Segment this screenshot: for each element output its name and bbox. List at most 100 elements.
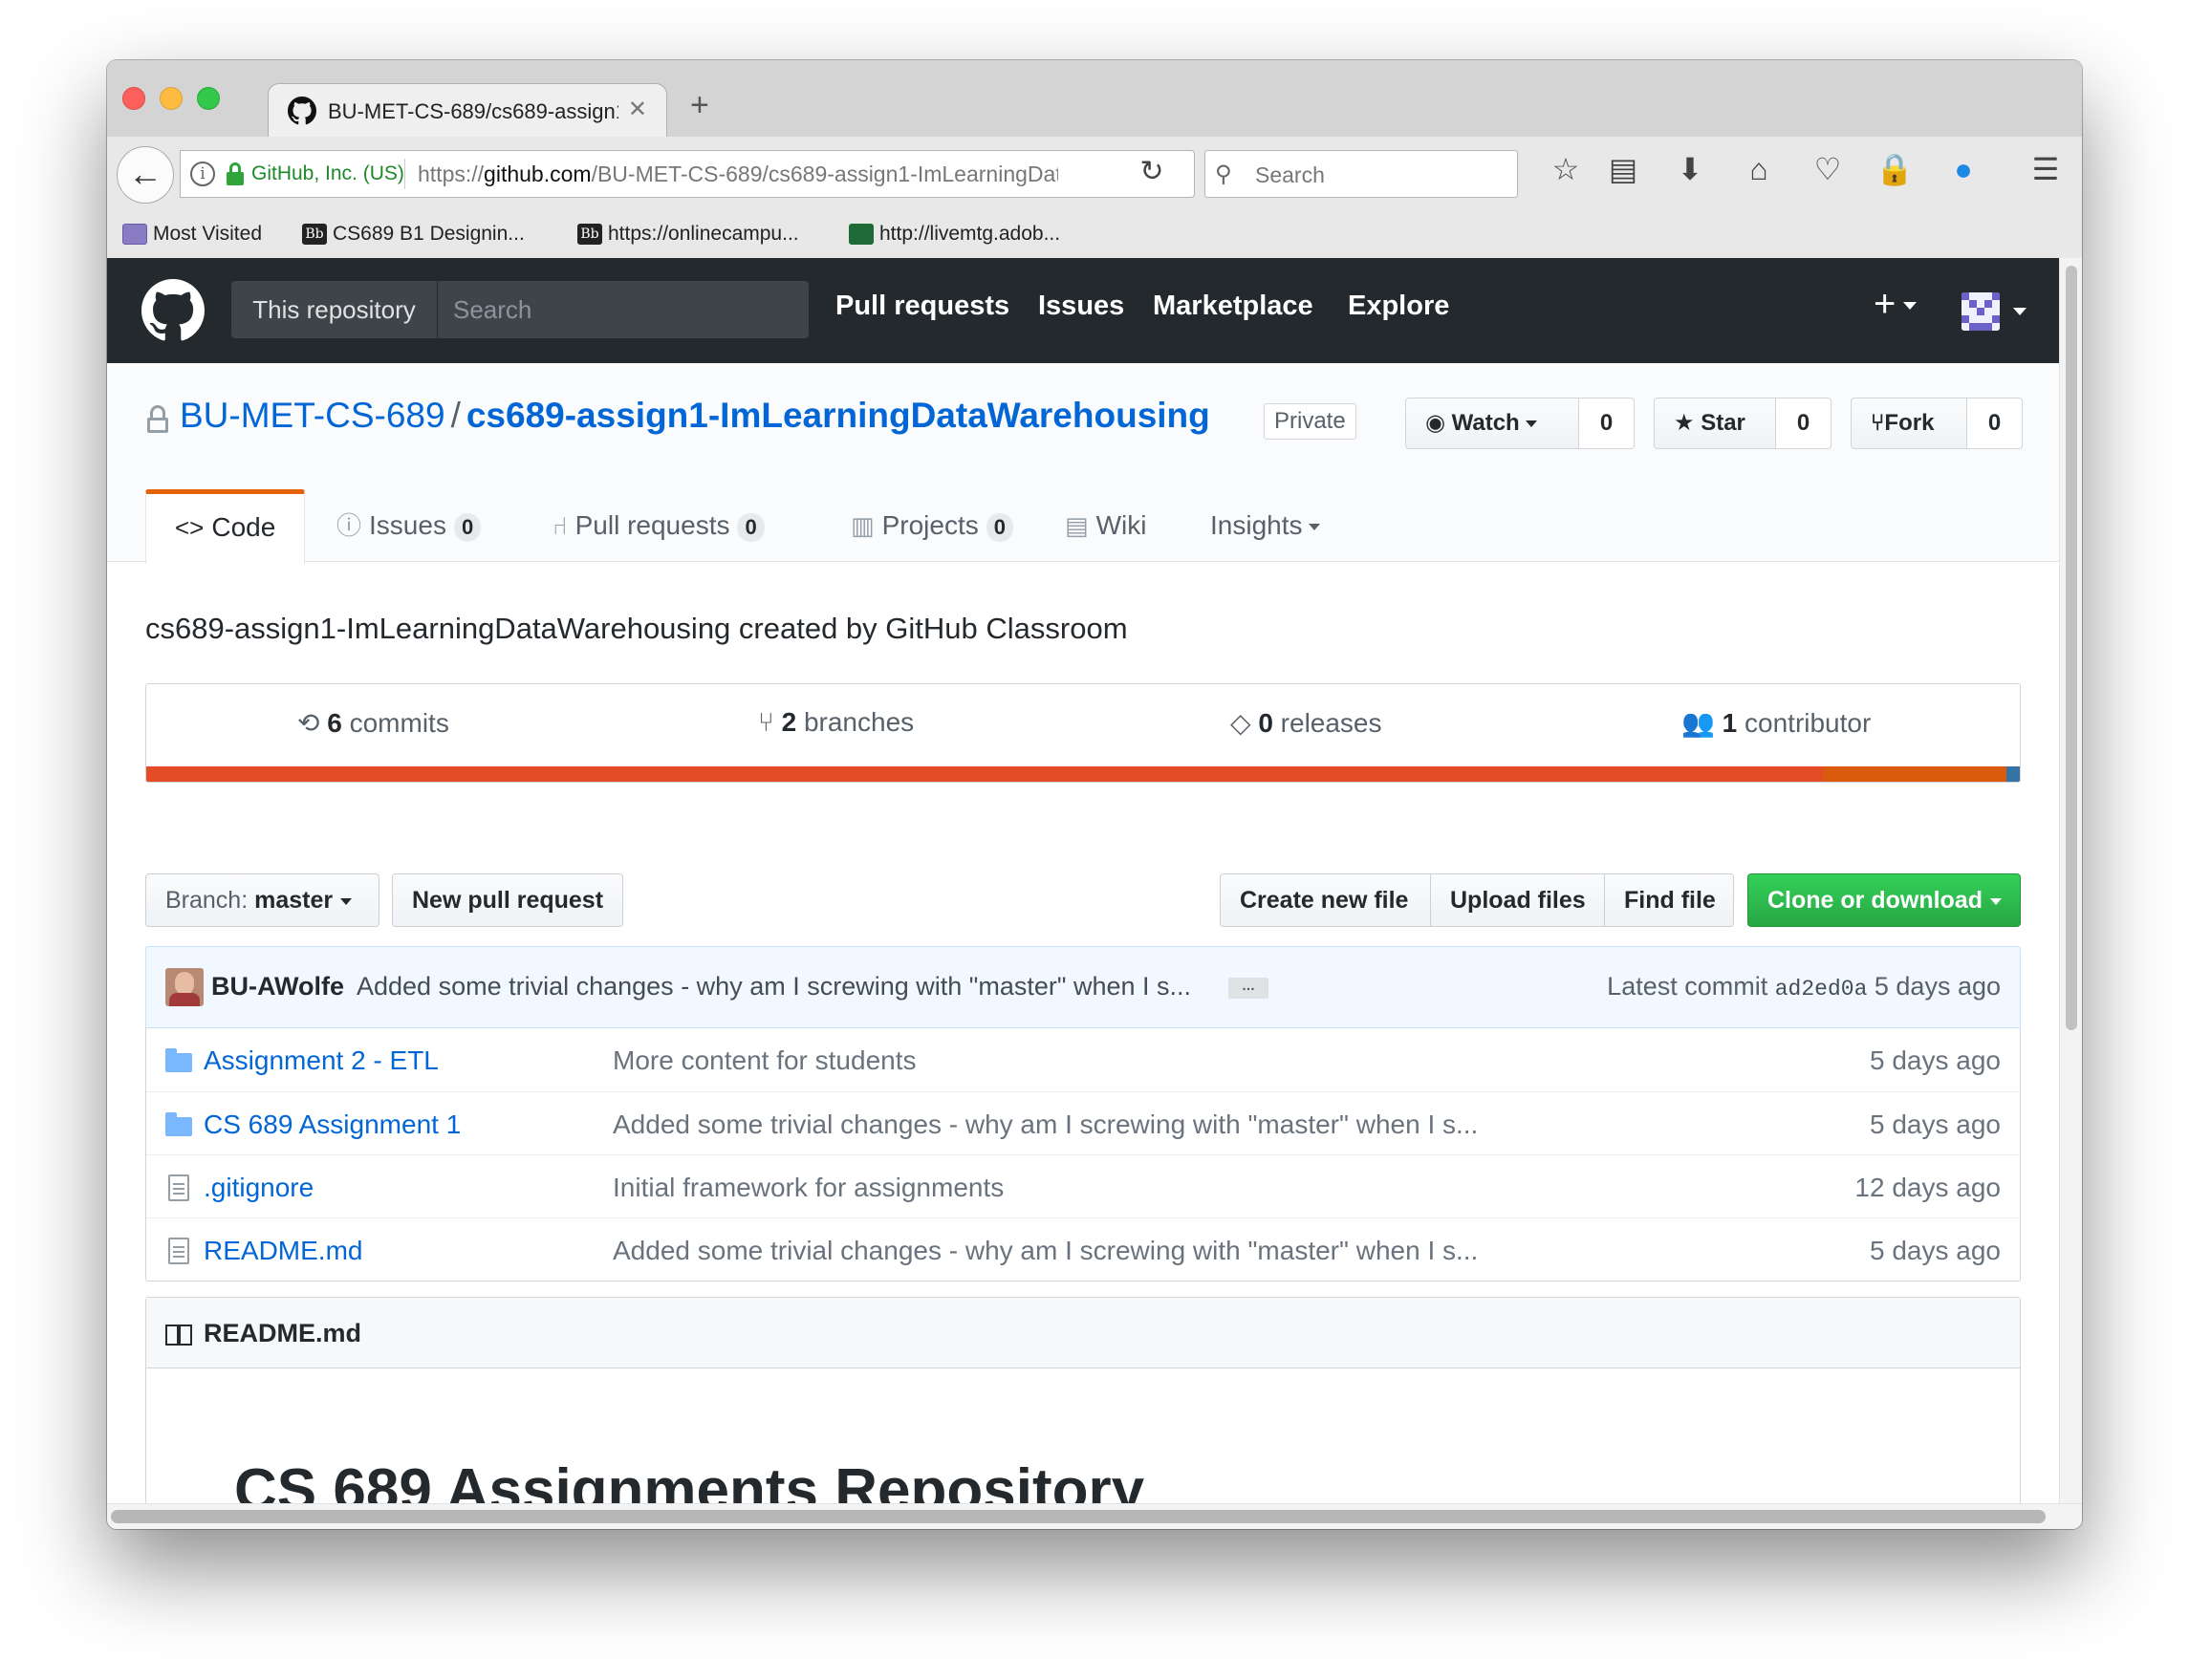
user-avatar[interactable]: [1961, 292, 2000, 331]
tab-close-icon[interactable]: ✕: [628, 96, 647, 123]
chevron-down-icon: [1903, 302, 1918, 311]
star-button[interactable]: ★ Star: [1654, 398, 1776, 449]
branch-select-button[interactable]: Branch: master: [145, 873, 379, 927]
commit-sha-link[interactable]: ad2ed0a: [1775, 977, 1868, 1002]
tab-insights[interactable]: Insights: [1210, 489, 1320, 563]
bookmark-star-icon[interactable]: ☆: [1547, 150, 1585, 188]
nav-issues[interactable]: Issues: [1038, 291, 1124, 322]
watch-button[interactable]: ◉ Watch: [1405, 398, 1579, 449]
info-icon[interactable]: i: [190, 162, 215, 186]
file-commit-message[interactable]: More content for students: [613, 1045, 1569, 1076]
upload-files-button[interactable]: Upload files: [1430, 873, 1605, 927]
file-name-link[interactable]: CS 689 Assignment 1: [204, 1109, 461, 1140]
horizontal-scrollbar[interactable]: [107, 1503, 2082, 1529]
minimize-window-button[interactable]: [160, 87, 183, 110]
search-engine-icon[interactable]: ⚲: [1215, 161, 1232, 188]
chevron-down-icon: [1308, 524, 1320, 531]
chevron-down-icon: [340, 897, 353, 905]
file-age: 5 days ago: [1870, 1109, 2001, 1139]
site-identity[interactable]: GitHub, Inc. (US): [251, 162, 404, 185]
nav-explore[interactable]: Explore: [1348, 291, 1449, 322]
repo-name-link[interactable]: cs689-assign1-ImLearningDataWarehousing: [466, 396, 1210, 435]
url-text[interactable]: https://github.com/BU-MET-CS-689/cs689-a…: [418, 162, 1058, 187]
url-bar[interactable]: i GitHub, Inc. (US) https://github.com/B…: [180, 150, 1195, 198]
password-lock-icon[interactable]: 🔒: [1875, 150, 1914, 188]
language-segment[interactable]: [1823, 766, 2007, 782]
repository-search[interactable]: This repository Search: [231, 281, 809, 338]
browser-tab-active[interactable]: BU-MET-CS-689/cs689-assign1-ImLearningDa…: [268, 83, 667, 138]
expand-message-button[interactable]: …: [1228, 978, 1268, 999]
releases-link[interactable]: ◇ 0 releases: [1230, 707, 1382, 739]
tab-projects[interactable]: ▥ Projects 0: [851, 489, 1013, 563]
file-age: 12 days ago: [1854, 1173, 2001, 1202]
book-icon: [165, 1325, 194, 1346]
watch-count[interactable]: 0: [1579, 398, 1635, 449]
search-scope-label[interactable]: This repository: [231, 281, 438, 338]
github-logo-icon[interactable]: [141, 279, 205, 342]
new-tab-button[interactable]: +: [690, 89, 709, 121]
fork-button[interactable]: ⑂Fork: [1851, 398, 1967, 449]
commits-link[interactable]: ⟲ 6 commits: [297, 707, 449, 739]
tab-issues[interactable]: ⓘ Issues 0: [336, 489, 482, 563]
vertical-scrollbar[interactable]: [2059, 258, 2082, 1510]
reload-icon[interactable]: ↻: [1128, 148, 1176, 196]
tab-pull-requests[interactable]: ⑁ Pull requests 0: [553, 489, 765, 563]
github-header: This repository Search Pull requests Iss…: [107, 258, 2059, 363]
file-name-link[interactable]: .gitignore: [204, 1173, 314, 1203]
eye-icon: ◉: [1425, 410, 1452, 436]
downloads-icon[interactable]: ⬇: [1671, 150, 1709, 188]
horizontal-scroll-thumb[interactable]: [111, 1510, 2046, 1523]
hamburger-menu-icon[interactable]: ☰: [2026, 150, 2065, 188]
language-segment[interactable]: [146, 766, 1824, 782]
video-extension-icon[interactable]: ●: [1944, 150, 1983, 188]
table-row: .gitignore Initial framework for assignm…: [146, 1154, 2020, 1217]
issues-counter: 0: [453, 512, 482, 542]
create-new-menu[interactable]: +: [1874, 283, 1918, 326]
zoom-window-button[interactable]: [197, 87, 220, 110]
bookmark-onlinecampus[interactable]: Bb https://onlinecampu...: [577, 223, 799, 246]
browser-search-input[interactable]: ⚲ Search: [1204, 150, 1518, 198]
close-window-button[interactable]: [122, 87, 145, 110]
file-list: Assignment 2 - ETL More content for stud…: [145, 1028, 2021, 1282]
home-icon[interactable]: ⌂: [1740, 150, 1778, 188]
bookmark-most-visited[interactable]: Most Visited: [122, 223, 262, 246]
chevron-down-icon: [1990, 897, 2002, 905]
latest-commit-bar: BU-AWolfe Added some trivial changes - w…: [145, 946, 2021, 1028]
vertical-scroll-thumb[interactable]: [2066, 266, 2077, 1030]
commit-message-link[interactable]: Added some trivial changes - why am I sc…: [357, 972, 1207, 1002]
bookmark-cs689[interactable]: Bb CS689 B1 Designin...: [302, 223, 525, 246]
create-new-file-button[interactable]: Create new file: [1220, 873, 1431, 927]
plus-icon: +: [1874, 283, 1896, 325]
nav-marketplace[interactable]: Marketplace: [1153, 291, 1313, 322]
author-avatar[interactable]: [165, 968, 204, 1006]
nav-pull-requests[interactable]: Pull requests: [835, 291, 1009, 322]
tab-code[interactable]: <> Code: [145, 489, 306, 564]
clone-or-download-button[interactable]: Clone or download: [1747, 873, 2021, 927]
commit-author-link[interactable]: BU-AWolfe: [211, 972, 344, 1002]
fork-icon: ⑂: [1871, 410, 1885, 436]
fork-count[interactable]: 0: [1967, 398, 2023, 449]
find-file-button[interactable]: Find file: [1604, 873, 1734, 927]
new-pull-request-button[interactable]: New pull request: [392, 873, 623, 927]
file-name-link[interactable]: README.md: [204, 1236, 362, 1266]
repo-owner-link[interactable]: BU-MET-CS-689: [180, 396, 445, 435]
branches-link[interactable]: ⑂ 2 branches: [758, 707, 914, 738]
bookmark-livemtg[interactable]: http://livemtg.adob...: [849, 223, 1060, 246]
file-commit-message[interactable]: Initial framework for assignments: [613, 1173, 1569, 1203]
file-commit-message[interactable]: Added some trivial changes - why am I sc…: [613, 1109, 1569, 1140]
language-segment[interactable]: [2006, 766, 2020, 782]
pocket-icon[interactable]: ♡: [1809, 150, 1847, 188]
file-commit-message[interactable]: Added some trivial changes - why am I sc…: [613, 1236, 1569, 1266]
bookmarks-library-icon[interactable]: ▤: [1604, 150, 1642, 188]
file-name-link[interactable]: Assignment 2 - ETL: [204, 1045, 439, 1076]
github-search-input[interactable]: Search: [453, 281, 531, 338]
contributors-link[interactable]: 👥 1 contributor: [1681, 707, 1871, 739]
star-count[interactable]: 0: [1776, 398, 1831, 449]
readme-box: README.md CS 689 Assignments Repository: [145, 1297, 2021, 1510]
back-button[interactable]: ←: [117, 146, 174, 204]
chevron-down-icon[interactable]: [2013, 308, 2026, 315]
tab-wiki[interactable]: ▤ Wiki: [1065, 489, 1146, 563]
url-divider: [404, 159, 405, 189]
language-bar[interactable]: [146, 766, 2020, 782]
commit-age[interactable]: 5 days ago: [1875, 972, 2001, 1001]
